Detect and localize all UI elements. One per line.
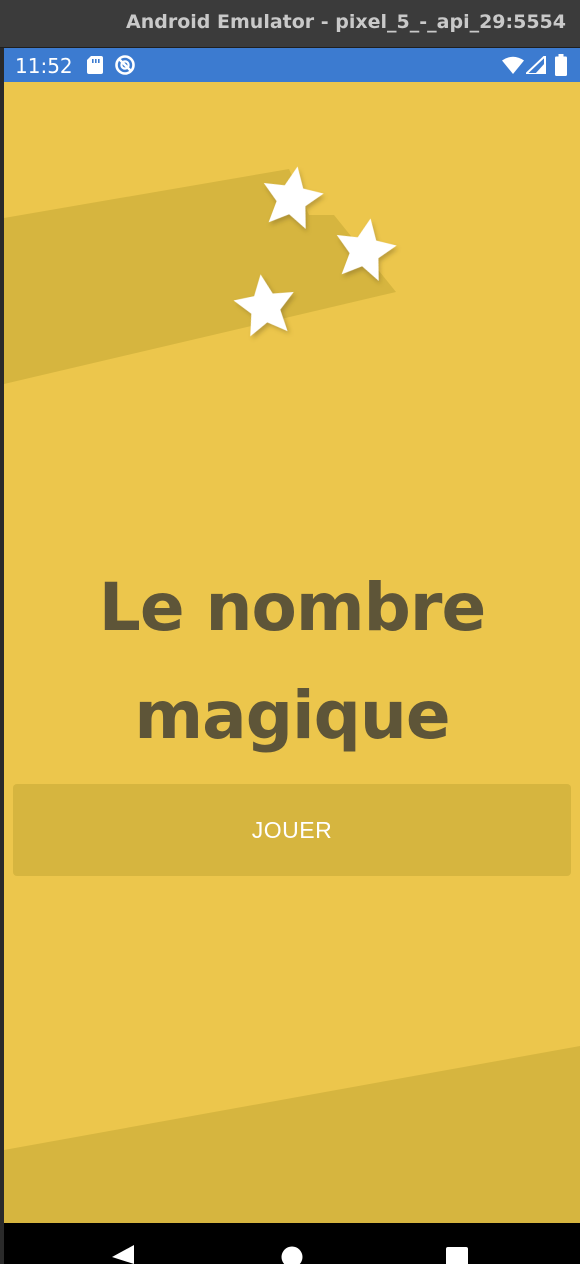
circle-slash-icon: [115, 55, 135, 75]
sd-card-icon: [87, 56, 103, 74]
app-title: Le nombre magique: [4, 554, 580, 770]
star-trail-band: [4, 169, 396, 384]
recents-icon[interactable]: [445, 1247, 469, 1264]
app-title-line1: Le nombre: [98, 569, 486, 646]
home-icon[interactable]: [280, 1245, 304, 1264]
battery-icon: [555, 54, 567, 76]
phone-screen: 11:52 Le nombre magique JOUER: [4, 48, 580, 1264]
signal-icon: [526, 56, 546, 74]
emulator-titlebar: Android Emulator - pixel_5_-_api_29:5554: [0, 0, 580, 48]
wifi-icon: [502, 56, 524, 74]
window-title: Android Emulator - pixel_5_-_api_29:5554: [126, 11, 566, 33]
back-icon[interactable]: [112, 1245, 136, 1264]
status-bar: 11:52: [4, 48, 580, 82]
app-title-line2: magique: [134, 677, 450, 754]
app-screen: Le nombre magique JOUER: [4, 82, 580, 1223]
navigation-bar: [4, 1223, 580, 1264]
bottom-band: [4, 1046, 580, 1223]
status-time: 11:52: [15, 54, 73, 78]
play-button[interactable]: JOUER: [13, 784, 571, 876]
